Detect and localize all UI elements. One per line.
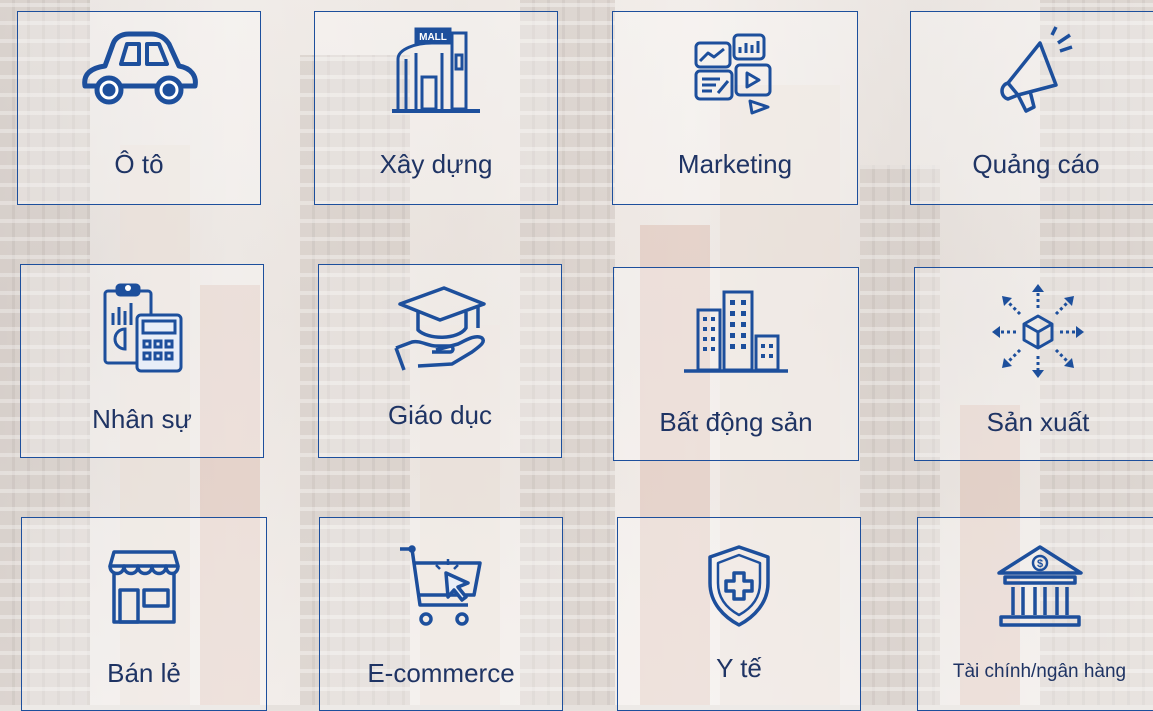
industry-label: Xây dựng (379, 149, 493, 179)
industry-label: E-commerce (367, 658, 515, 688)
industry-label: Quảng cáo (972, 149, 1100, 179)
mall-building-icon: MALL (371, 22, 501, 118)
industry-card-tai-chinh-ngan-hang[interactable]: $ Tài chính/ngân hàng (917, 517, 1153, 711)
industry-card-oto[interactable]: Ô tô (17, 11, 261, 205)
storefront-icon (79, 538, 209, 634)
svg-text:$: $ (1036, 558, 1042, 570)
industry-card-xay-dung[interactable]: MALL Xây dựng (314, 11, 558, 205)
industry-label: Y tế (716, 653, 762, 683)
package-distribution-icon (973, 282, 1103, 378)
industry-card-bat-dong-san[interactable]: Bất động sản (613, 267, 859, 461)
graduation-cap-hand-icon (375, 279, 505, 375)
medical-shield-icon (674, 538, 804, 634)
industry-card-ban-le[interactable]: Bán lẻ (21, 517, 267, 711)
industry-label: Sản xuất (986, 407, 1090, 437)
svg-text:MALL: MALL (419, 32, 447, 43)
office-buildings-icon (671, 282, 801, 378)
industry-label: Bán lẻ (107, 658, 181, 688)
industry-card-quang-cao[interactable]: Quảng cáo (910, 11, 1153, 205)
industry-card-nhan-su[interactable]: Nhân sự (20, 264, 264, 458)
shopping-cart-cursor-icon (376, 538, 506, 634)
industry-card-marketing[interactable]: Marketing (612, 11, 858, 205)
industry-card-san-xuat[interactable]: Sản xuất (914, 267, 1153, 461)
industry-label: Marketing (677, 149, 793, 179)
clipboard-calculator-icon (77, 279, 207, 375)
industry-card-giao-duc[interactable]: Giáo dục (318, 264, 562, 458)
megaphone-icon (971, 22, 1101, 118)
industry-card-e-commerce[interactable]: E-commerce (319, 517, 563, 711)
car-icon (74, 22, 204, 118)
industry-label: Tài chính/ngân hàng (952, 661, 1127, 682)
industry-label: Giáo dục (387, 400, 493, 430)
industry-label: Ô tô (114, 149, 164, 179)
industry-label: Bất động sản (659, 407, 813, 437)
industry-label: Nhân sự (92, 404, 192, 434)
marketing-media-icon (670, 22, 800, 118)
bank-icon: $ (975, 538, 1105, 634)
industry-card-y-te[interactable]: Y tế (617, 517, 861, 711)
